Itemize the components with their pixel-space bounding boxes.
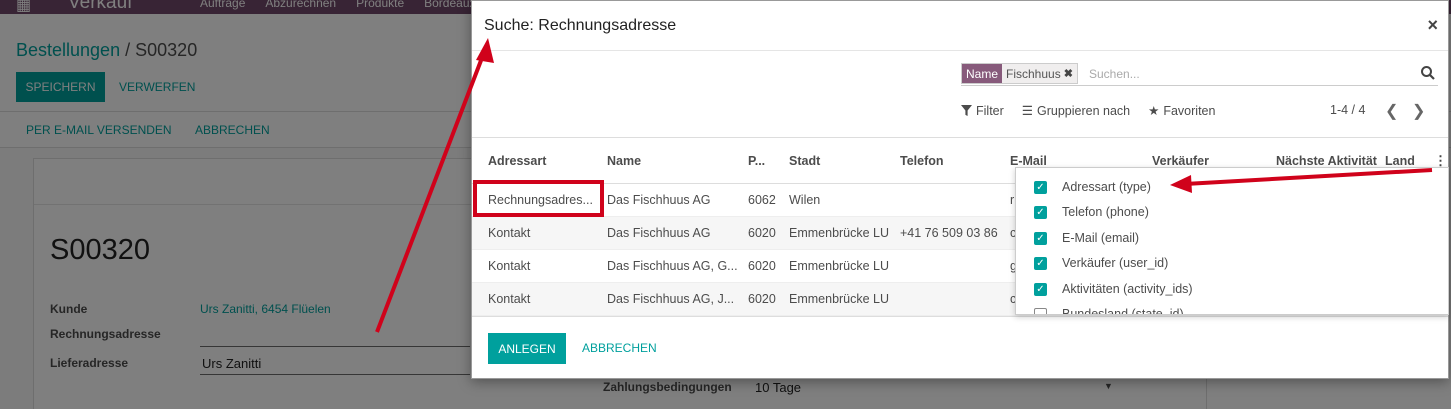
pager-value[interactable]: 1-4 / 4 [1330, 103, 1365, 117]
cell-phone: +41 76 509 03 86 [900, 226, 998, 240]
optional-column-label: Verkäufer (user_id) [1062, 256, 1169, 270]
remove-facet-icon[interactable]: ✖ [1064, 67, 1073, 80]
column-header-salesperson[interactable]: Verkäufer [1152, 154, 1209, 168]
column-header-email[interactable]: E-Mail [1010, 154, 1047, 168]
cell-zip: 6062 [748, 193, 776, 207]
optional-column-label: Adressart (type) [1062, 180, 1151, 194]
facet-value-wrap: Fischhuus ✖ [1002, 64, 1077, 83]
checkbox-checked-icon[interactable]: ✓ [1034, 256, 1047, 270]
optional-column-label: Telefon (phone) [1062, 205, 1149, 219]
close-icon[interactable]: × [1427, 15, 1438, 36]
cell-name: Das Fischhuus AG [607, 193, 711, 207]
filter-button[interactable]: Filter [961, 103, 1004, 118]
dialog-header: Suche: Rechnungsadresse × [472, 1, 1448, 51]
search-facet: Name Fischhuus ✖ [961, 63, 1078, 84]
search-icon[interactable] [1420, 65, 1436, 81]
checkbox-checked-icon[interactable]: ✓ [1034, 180, 1047, 194]
column-header-next-activity[interactable]: Nächste Aktivität [1276, 154, 1377, 168]
optional-column-label: Aktivitäten (activity_ids) [1062, 282, 1193, 296]
funnel-icon [961, 105, 972, 116]
group-by-button[interactable]: ☰ Gruppieren nach [1021, 103, 1131, 119]
cell-type: Kontakt [488, 259, 531, 273]
chevron-right-icon[interactable]: ❯ [1412, 101, 1425, 121]
cell-name: Das Fischhuus AG [607, 226, 711, 240]
cell-zip: 6020 [748, 226, 776, 240]
cell-zip: 6020 [748, 292, 776, 306]
cell-type: Kontakt [488, 292, 531, 306]
optional-column-email[interactable]: ✓ E-Mail (email) [1034, 231, 1139, 245]
dialog-footer: ANLEGEN ABBRECHEN [472, 317, 1448, 378]
cell-type: Kontakt [488, 226, 531, 240]
checkbox-checked-icon[interactable]: ✓ [1034, 282, 1047, 296]
search-options: Filter ☰ Gruppieren nach ★ Favoriten [961, 103, 1215, 118]
optional-column-state[interactable]: Bundesland (state_id) [1034, 307, 1184, 315]
checkbox-unchecked-icon[interactable] [1034, 307, 1047, 314]
cell-city: Wilen [789, 193, 821, 207]
cell-email: r [1010, 193, 1015, 207]
favorites-button[interactable]: ★ Favoriten [1148, 103, 1216, 119]
checkbox-checked-icon[interactable]: ✓ [1034, 231, 1047, 245]
checkbox-checked-icon[interactable]: ✓ [1034, 205, 1047, 219]
cancel-button[interactable]: ABBRECHEN [582, 341, 657, 355]
column-header-zip[interactable]: P... [748, 154, 765, 168]
column-header-type[interactable]: Adressart [488, 154, 546, 168]
group-by-label: Gruppieren nach [1037, 103, 1131, 118]
star-icon: ★ [1148, 104, 1160, 118]
cell-city: Emmenbrücke LU [789, 292, 890, 306]
annotation-highlight-box [473, 180, 604, 217]
create-button[interactable]: ANLEGEN [488, 333, 566, 364]
optional-column-phone[interactable]: ✓ Telefon (phone) [1034, 205, 1149, 219]
optional-column-label: E-Mail (email) [1062, 231, 1140, 245]
chevron-left-icon[interactable]: ❮ [1385, 101, 1398, 121]
column-header-city[interactable]: Stadt [789, 154, 820, 168]
optional-columns-dropdown: ✓ Adressart (type) ✓ Telefon (phone) ✓ E… [1015, 167, 1449, 315]
optional-column-activities[interactable]: ✓ Aktivitäten (activity_ids) [1034, 282, 1193, 296]
cell-name: Das Fischhuus AG, G... [607, 259, 738, 273]
cell-name: Das Fischhuus AG, J... [607, 292, 735, 306]
column-header-country[interactable]: Land [1385, 154, 1415, 168]
optional-column-salesperson[interactable]: ✓ Verkäufer (user_id) [1034, 256, 1168, 270]
facet-category: Name [962, 64, 1003, 83]
cell-city: Emmenbrücke LU [789, 226, 890, 240]
list-bars-icon: ☰ [1021, 104, 1033, 118]
search-bar: Name Fischhuus ✖ [961, 62, 1438, 86]
filter-label: Filter [976, 103, 1004, 118]
column-header-phone[interactable]: Telefon [900, 154, 944, 168]
optional-column-label: Bundesland (state_id) [1062, 307, 1184, 315]
dialog-title: Suche: Rechnungsadresse [484, 17, 677, 34]
facet-value: Fischhuus [1006, 66, 1061, 81]
optional-column-type[interactable]: ✓ Adressart (type) [1034, 180, 1151, 194]
search-input[interactable] [1089, 64, 1409, 84]
favorites-label: Favoriten [1163, 103, 1216, 118]
cell-city: Emmenbrücke LU [789, 259, 890, 273]
cell-zip: 6020 [748, 259, 776, 273]
column-header-name[interactable]: Name [607, 154, 641, 168]
